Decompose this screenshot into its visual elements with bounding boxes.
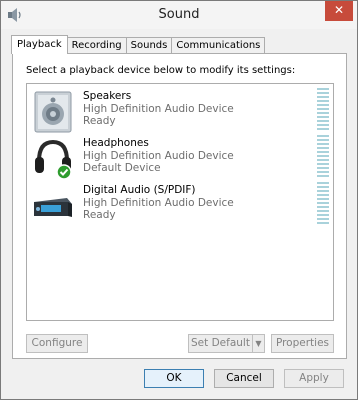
device-speakers[interactable]: Speakers High Definition Audio Device Re… bbox=[27, 88, 333, 135]
device-list: Speakers High Definition Audio Device Re… bbox=[26, 83, 334, 321]
dropdown-arrow-icon[interactable]: ▼ bbox=[252, 335, 264, 352]
set-default-button[interactable]: Set Default ▼ bbox=[188, 334, 265, 353]
tab-playback[interactable]: Playback bbox=[11, 35, 68, 54]
headphones-icon bbox=[35, 139, 72, 180]
speaker-icon bbox=[34, 91, 72, 133]
set-default-label: Set Default bbox=[191, 337, 250, 349]
cancel-button[interactable]: Cancel bbox=[214, 369, 274, 388]
tab-recording[interactable]: Recording bbox=[66, 37, 127, 54]
tab-communications[interactable]: Communications bbox=[171, 37, 266, 54]
device-name: Digital Audio (S/PDIF) bbox=[83, 184, 196, 196]
digital-audio-icon bbox=[34, 198, 72, 217]
tab-sounds[interactable]: Sounds bbox=[125, 37, 173, 54]
volume-meter bbox=[317, 88, 329, 130]
device-status: Ready bbox=[83, 209, 116, 221]
device-status: Ready bbox=[83, 115, 116, 127]
device-headphones[interactable]: Headphones High Definition Audio Device … bbox=[27, 135, 333, 182]
device-description: High Definition Audio Device bbox=[83, 197, 234, 209]
device-status: Default Device bbox=[83, 162, 161, 174]
configure-button[interactable]: Configure bbox=[26, 334, 88, 353]
ok-button[interactable]: OK bbox=[144, 369, 204, 388]
device-name: Headphones bbox=[83, 137, 149, 149]
close-button[interactable]: ✕ bbox=[325, 1, 353, 21]
title-bar[interactable]: Sound ✕ bbox=[1, 1, 357, 29]
device-description: High Definition Audio Device bbox=[83, 150, 234, 162]
instruction-text: Select a playback device below to modify… bbox=[26, 65, 296, 76]
properties-button[interactable]: Properties bbox=[271, 334, 334, 353]
window-title: Sound bbox=[158, 7, 200, 22]
playback-panel: Select a playback device below to modify… bbox=[12, 53, 347, 359]
device-digital-audio[interactable]: Digital Audio (S/PDIF) High Definition A… bbox=[27, 182, 333, 229]
apply-button[interactable]: Apply bbox=[284, 369, 344, 388]
tab-strip: Playback Recording Sounds Communications bbox=[11, 35, 266, 54]
volume-meter bbox=[317, 182, 329, 224]
sound-dialog: Sound ✕ Playback Recording Sounds Commun… bbox=[0, 0, 358, 400]
device-name: Speakers bbox=[83, 90, 132, 102]
device-description: High Definition Audio Device bbox=[83, 103, 234, 115]
volume-meter bbox=[317, 135, 329, 177]
